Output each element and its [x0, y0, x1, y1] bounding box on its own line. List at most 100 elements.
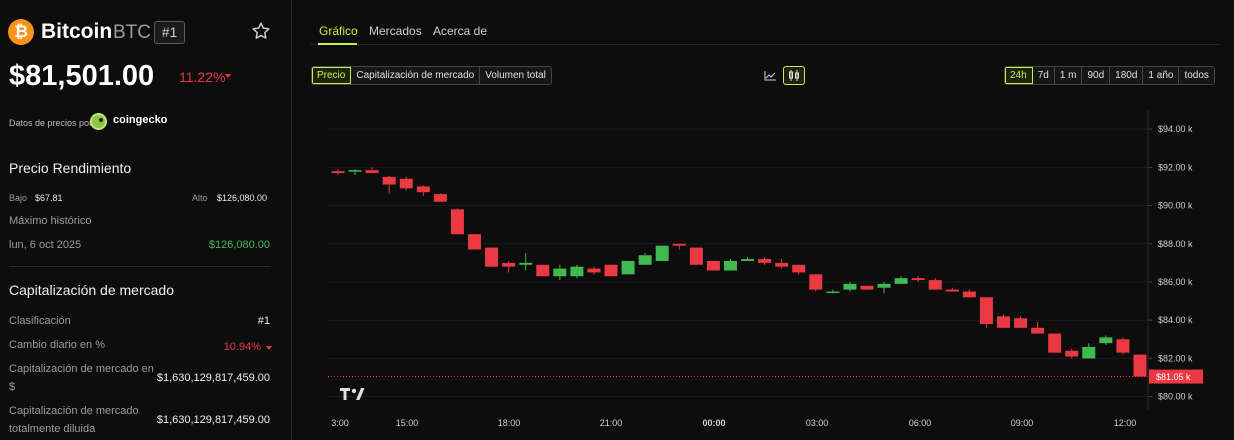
metric-price-button[interactable]: Precio — [312, 67, 352, 84]
tab-about[interactable]: Acerca de — [433, 24, 487, 38]
daily-change-label: Cambio diario en % — [9, 339, 105, 351]
rank-label: Clasificación — [9, 315, 71, 327]
metric-market-cap-button[interactable]: Capitalización de mercado — [351, 67, 481, 84]
tab-markets[interactable]: Mercados — [369, 24, 422, 38]
y-tick-label: $92.00 k — [1158, 162, 1193, 172]
active-tab-indicator — [318, 43, 357, 45]
candle-body — [689, 247, 703, 265]
candle-body — [826, 291, 840, 294]
candle-body — [416, 186, 430, 193]
current-price-label: $81.05 k — [1156, 372, 1191, 382]
candle-body — [1082, 346, 1096, 359]
candle-body — [502, 262, 516, 267]
low-label: Bajo — [9, 193, 28, 203]
candle-body — [519, 262, 533, 265]
metric-selector: Precio Capitalización de mercado Volumen… — [311, 66, 552, 85]
y-tick-label: $86.00 k — [1158, 277, 1193, 287]
divider — [9, 266, 271, 267]
x-tick-label: 06:00 — [909, 418, 932, 428]
candle-body — [1099, 337, 1113, 344]
fdv-value: $1,630,129,817,459.00 — [156, 414, 270, 426]
candle-body — [1116, 339, 1130, 353]
candle-body — [621, 260, 635, 275]
candle-body — [382, 176, 396, 185]
market-cap-label: Capitalización de mercado en $ — [9, 363, 154, 393]
price-change-percent: 11.22% — [179, 69, 226, 85]
ath-value: $126,080.00 — [208, 239, 270, 251]
range-1y-button[interactable]: 1 año — [1143, 67, 1180, 84]
x-tick-label: 09:00 — [1011, 418, 1034, 428]
x-tick-label: 3:00 — [331, 418, 349, 428]
low-value: $67.81 — [35, 193, 63, 203]
range-90d-button[interactable]: 90d — [1082, 67, 1111, 84]
range-24h-button[interactable]: 24h — [1005, 67, 1033, 84]
line-chart-icon[interactable] — [759, 66, 781, 85]
coingecko-logo-icon[interactable] — [90, 113, 107, 130]
candle-body — [1133, 354, 1147, 377]
candle-body — [365, 170, 379, 174]
candle-body — [979, 297, 993, 325]
coin-symbol: BTC — [113, 22, 151, 43]
metric-volume-button[interactable]: Volumen total — [480, 67, 551, 84]
candle-body — [450, 209, 464, 235]
candle-body — [741, 259, 755, 261]
data-source-link[interactable]: coingecko — [113, 114, 167, 126]
y-tick-label: $90.00 k — [1158, 201, 1193, 211]
performance-title: Precio Rendimiento — [9, 160, 132, 176]
range-7d-button[interactable]: 7d — [1032, 67, 1055, 84]
candle-body — [723, 260, 737, 271]
candle-body — [928, 280, 942, 290]
ath-label: Máximo histórico — [9, 215, 92, 227]
rank-value: #1 — [257, 315, 270, 327]
x-tick-label: 12:00 — [1114, 418, 1137, 428]
candle-body — [860, 285, 874, 290]
coin-name: Bitcoin — [41, 20, 113, 43]
x-tick-label: 15:00 — [396, 418, 419, 428]
candle-body — [962, 291, 976, 298]
bitcoin-logo-icon: ₿ — [8, 19, 34, 45]
candle-body — [894, 278, 908, 284]
range-1m-button[interactable]: 1 m — [1054, 67, 1083, 84]
x-axis: 3:00 15:00 18:00 21:00 00:00 03:00 06:00 09:00 1… — [331, 418, 1136, 428]
candle-body — [485, 247, 499, 267]
high-label: Alto — [192, 193, 208, 203]
candle-body — [348, 170, 362, 172]
candle-body — [775, 262, 789, 267]
market-cap-title: Capitalización de mercado — [9, 282, 174, 298]
tabs-divider — [310, 44, 1220, 45]
down-caret-icon — [225, 74, 231, 78]
range-all-button[interactable]: todos — [1179, 67, 1214, 84]
tradingview-logo-icon — [340, 388, 365, 400]
fdv-label: Capitalización de mercado totalmente dil… — [9, 405, 139, 435]
candle-body — [399, 178, 413, 189]
time-range-selector: 24h 7d 1 m 90d 180d 1 año todos — [1004, 66, 1215, 85]
candle-body — [638, 255, 652, 265]
ath-date: lun, 6 oct 2025 — [9, 239, 82, 251]
candle-body — [587, 268, 601, 273]
candle-body — [1031, 327, 1045, 334]
current-price: $81,501.00 — [9, 60, 155, 92]
range-180d-button[interactable]: 180d — [1110, 67, 1144, 84]
y-tick-label: $82.00 k — [1158, 353, 1193, 363]
price-chart[interactable]: $94.00 k $92.00 k $90.00 k $88.00 k $86.00 k… — [300, 110, 1234, 440]
data-source-label: Datos de precios por — [9, 118, 93, 128]
tab-chart[interactable]: Gráfico — [319, 24, 358, 38]
x-tick-label: 18:00 — [498, 418, 521, 428]
candle-body — [672, 243, 686, 246]
candle-body — [1014, 318, 1028, 328]
candle-body — [331, 171, 345, 174]
y-tick-label: $88.00 k — [1158, 239, 1193, 249]
market-cap-value: $1,630,129,817,459.00 — [156, 372, 270, 384]
candle-body — [911, 278, 925, 281]
candlestick-chart-icon[interactable] — [783, 66, 805, 85]
y-axis: $94.00 k $92.00 k $90.00 k $88.00 k $86.00 k… — [1147, 110, 1203, 410]
candle-body — [1065, 350, 1079, 357]
x-tick-label: 21:00 — [600, 418, 623, 428]
candle-body — [433, 194, 447, 202]
rank-badge: #1 — [154, 21, 185, 44]
y-tick-label: $80.00 k — [1158, 392, 1193, 402]
star-icon[interactable] — [250, 20, 272, 42]
y-tick-label: $94.00 k — [1158, 124, 1193, 134]
candle-body — [945, 289, 959, 292]
coin-info-panel: ₿ Bitcoin BTC #1 $81,501.00 11.22% Datos… — [0, 0, 292, 440]
